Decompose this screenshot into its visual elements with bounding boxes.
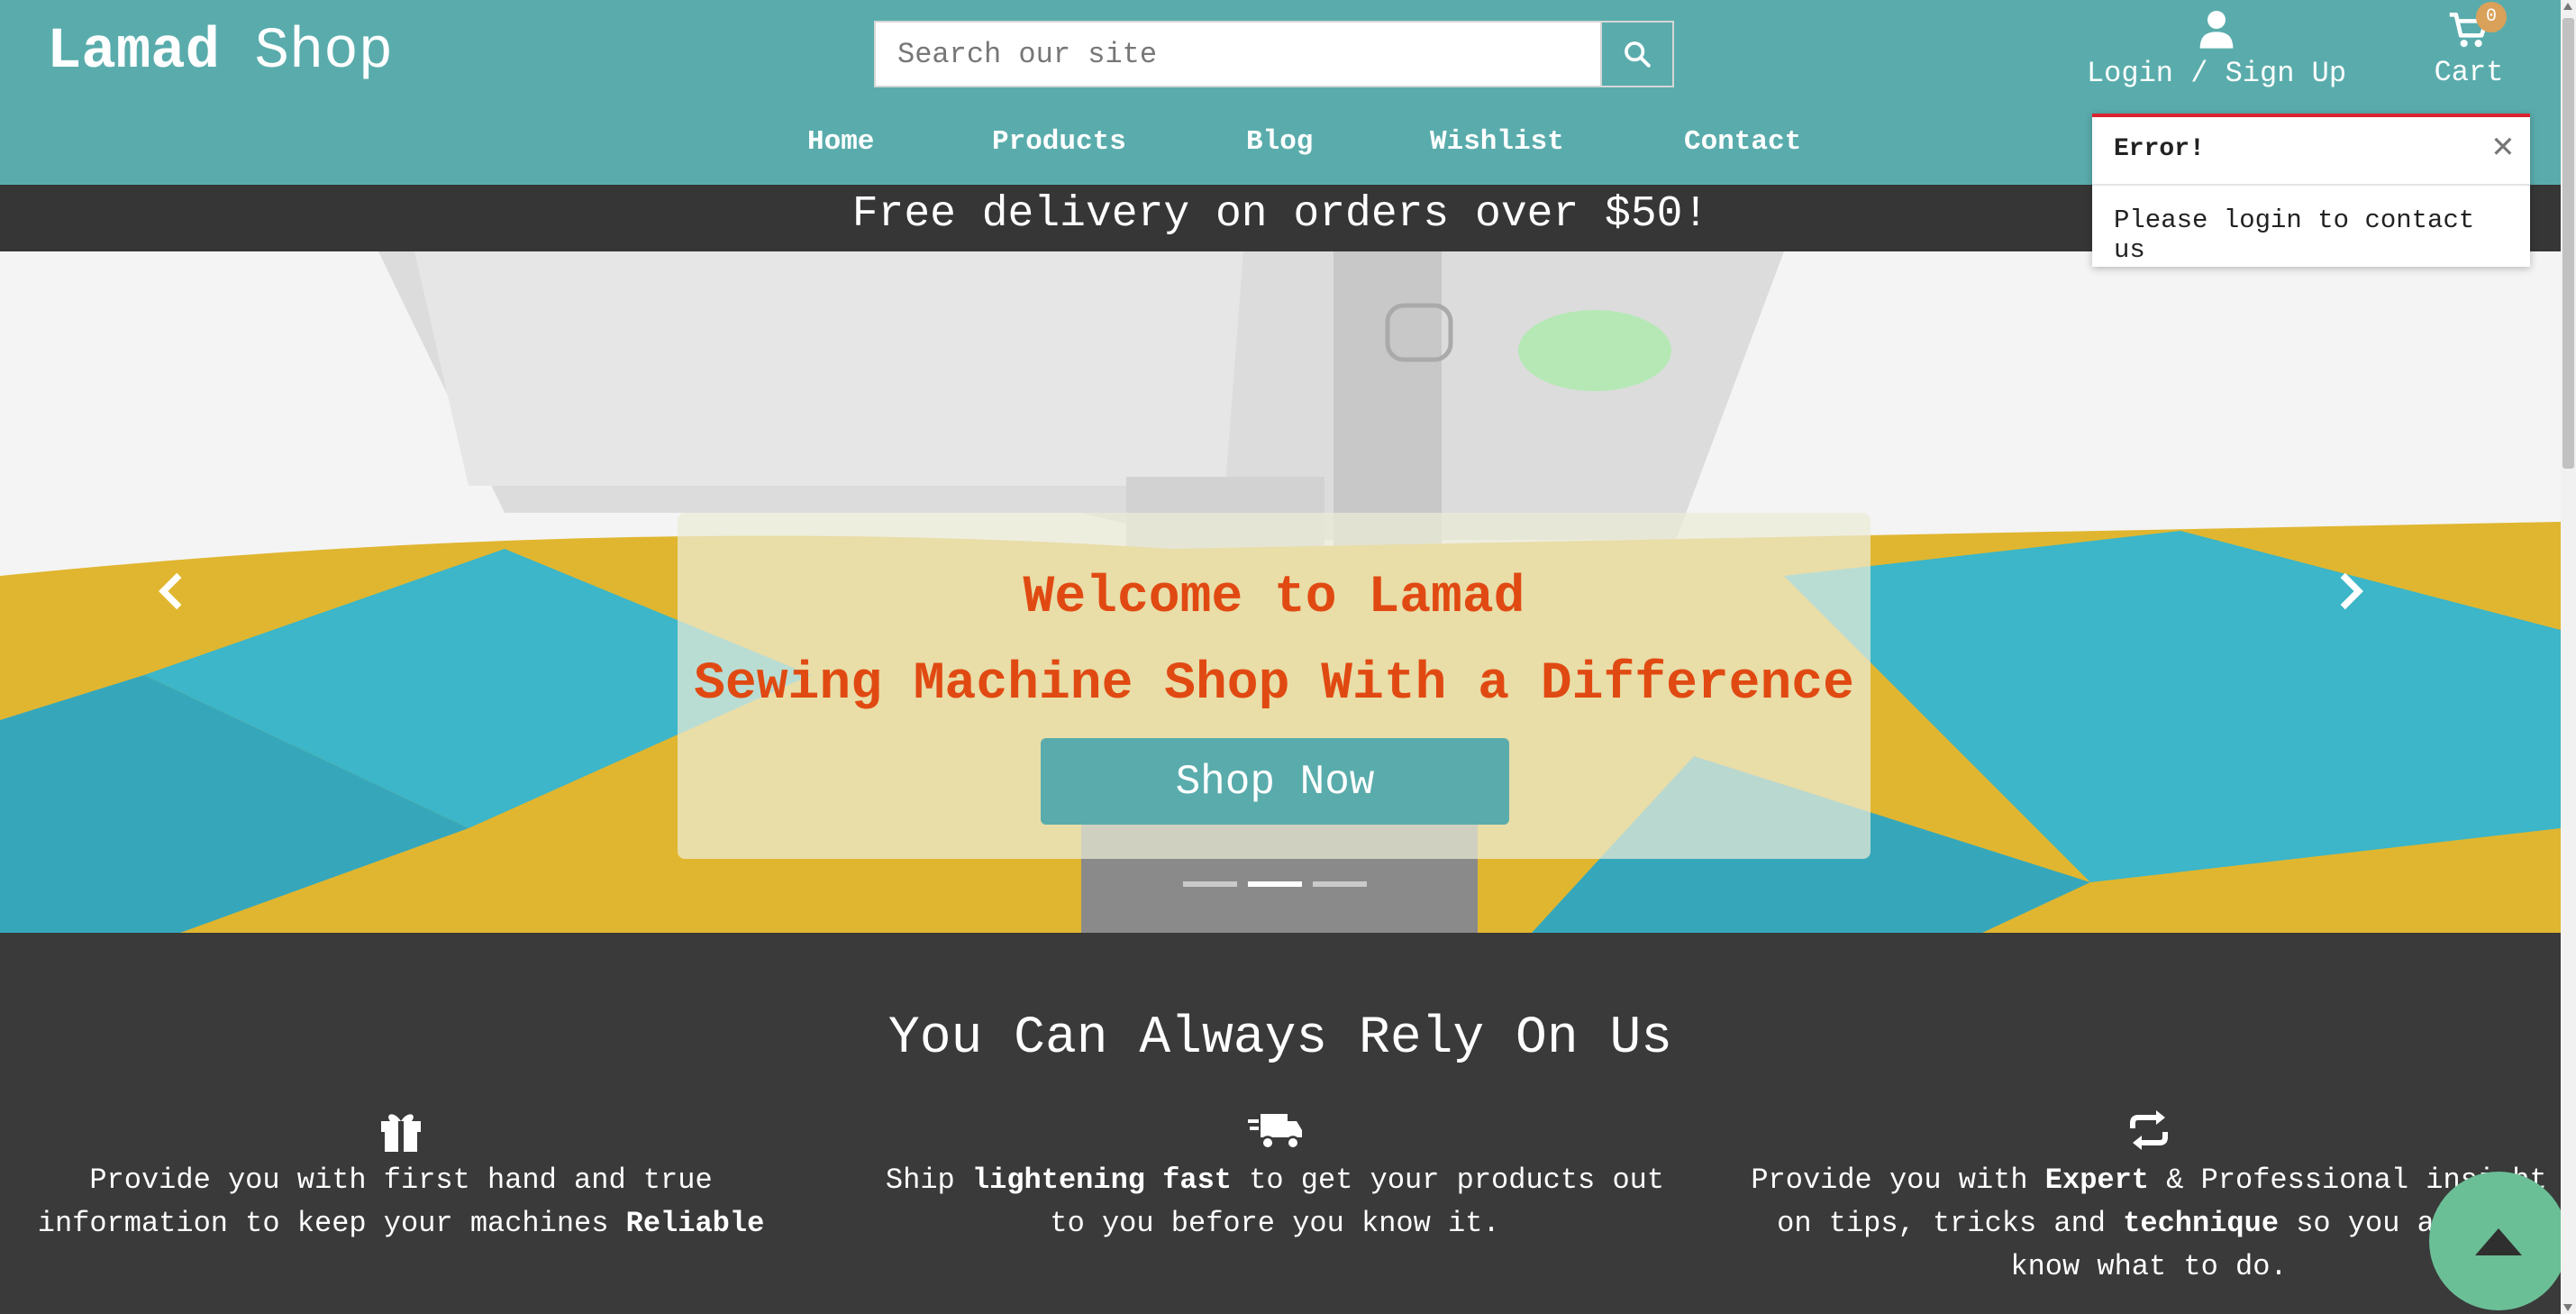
chevron-left-icon xyxy=(159,572,182,610)
toast-header: Error! ✕ xyxy=(2092,117,2530,186)
feature-expert-line2-pre: on tips, tricks and xyxy=(1777,1207,2124,1240)
cart-count-badge: 0 xyxy=(2476,2,2507,32)
hero-caption: Welcome to Lamad Sewing Machine Shop Wit… xyxy=(678,513,1871,859)
hero-title: Welcome to Lamad xyxy=(1023,569,1525,627)
nav-item-home[interactable]: Home xyxy=(807,126,874,158)
search-input[interactable] xyxy=(874,21,1600,87)
shop-now-button[interactable]: Shop Now xyxy=(1041,738,1509,825)
gift-icon xyxy=(27,1107,775,1157)
cart-label: Cart xyxy=(2434,56,2504,89)
repeat-icon xyxy=(1734,1107,2563,1157)
logo-light-text: Shop xyxy=(254,20,394,85)
logo-bold-text: Lamad xyxy=(47,20,221,85)
page-scrollbar[interactable] xyxy=(2561,0,2576,1314)
nav-item-products[interactable]: Products xyxy=(992,126,1126,158)
caret-up-icon xyxy=(2475,1228,2522,1255)
section-title: You Can Always Rely On Us xyxy=(887,1009,1673,1068)
feature-reliable: Provide you with first hand and true inf… xyxy=(27,1107,775,1246)
hero-subtitle: Sewing Machine Shop With a Difference xyxy=(694,655,1854,714)
search-icon xyxy=(1625,41,1651,68)
feature-reliable-bold: Reliable xyxy=(625,1207,765,1240)
close-icon[interactable]: ✕ xyxy=(2492,124,2514,169)
scrollbar-thumb[interactable] xyxy=(2562,18,2574,469)
error-toast: Error! ✕ Please login to contact us xyxy=(2092,114,2530,267)
carousel-prev-button[interactable] xyxy=(158,571,212,625)
feature-reliable-line1: Provide you with first hand and true xyxy=(89,1163,713,1197)
toast-title: Error! xyxy=(2114,135,2205,163)
hero-carousel: Welcome to Lamad Sewing Machine Shop Wit… xyxy=(0,251,2561,933)
feature-shipping-line1-pre: Ship xyxy=(885,1163,972,1197)
scroll-up-arrow[interactable] xyxy=(2563,3,2572,10)
login-signup-label: Login / Sign Up xyxy=(2086,57,2347,90)
scroll-down-arrow[interactable] xyxy=(2563,1304,2572,1311)
nav-item-contact[interactable]: Contact xyxy=(1684,126,1801,158)
carousel-indicator-2[interactable] xyxy=(1248,881,1302,887)
toast-message: Please login to contact us xyxy=(2114,205,2475,265)
feature-reliable-line2: information to keep your machines xyxy=(37,1207,626,1240)
nav-item-blog[interactable]: Blog xyxy=(1246,126,1313,158)
user-icon xyxy=(2199,11,2234,49)
nav-item-wishlist[interactable]: Wishlist xyxy=(1430,126,1564,158)
search-button[interactable] xyxy=(1600,21,1674,87)
chevron-right-icon xyxy=(2340,572,2363,610)
carousel-indicator-1[interactable] xyxy=(1183,881,1237,887)
feature-expert-line1-pre: Provide you with xyxy=(1751,1163,2045,1197)
carousel-next-button[interactable] xyxy=(2337,571,2391,625)
login-signup-link[interactable]: Login / Sign Up xyxy=(2072,9,2361,90)
feature-shipping-bold: lightening fast xyxy=(971,1163,1232,1197)
site-logo[interactable]: Lamad Shop xyxy=(47,16,393,88)
search-bar xyxy=(874,21,1674,87)
back-to-top-button[interactable] xyxy=(2429,1172,2568,1310)
feature-shipping: Ship lightening fast to get your product… xyxy=(865,1107,1685,1246)
feature-shipping-line1-post: to get your products out xyxy=(1231,1163,1665,1197)
cart-link[interactable]: 0 Cart xyxy=(2424,2,2514,89)
feature-shipping-line2: to you before you know it. xyxy=(1050,1207,1500,1240)
truck-fast-icon xyxy=(865,1107,1685,1157)
feature-expert-bold: Expert xyxy=(2044,1163,2149,1197)
feature-expert-bold-2: technique xyxy=(2123,1207,2280,1240)
carousel-indicator-3[interactable] xyxy=(1313,881,1367,887)
carousel-indicators xyxy=(1183,881,1367,887)
